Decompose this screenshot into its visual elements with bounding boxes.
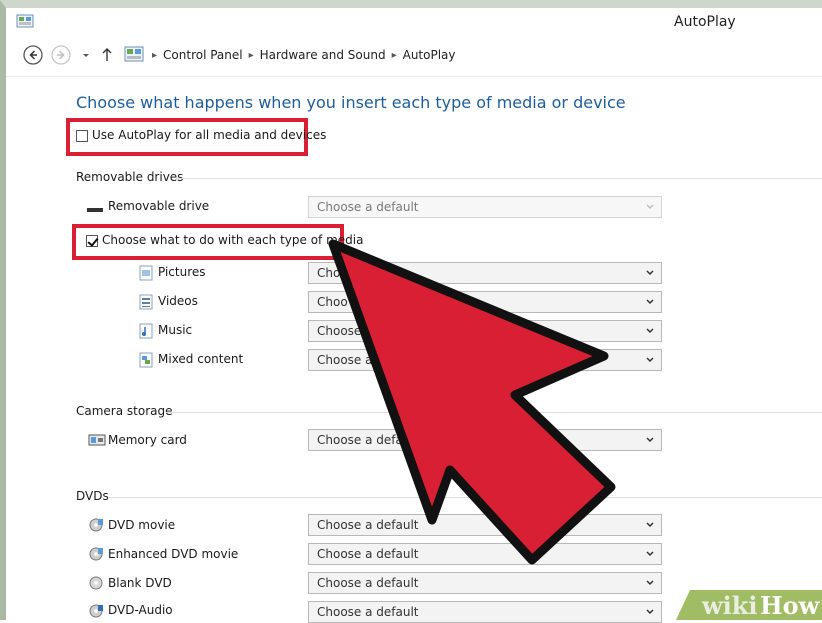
watermark-how-text: How	[760, 591, 821, 620]
red-cursor-arrow-icon	[328, 239, 616, 565]
wikihow-watermark: wiki How	[676, 590, 822, 620]
watermark-wiki-text: wiki	[701, 591, 758, 620]
